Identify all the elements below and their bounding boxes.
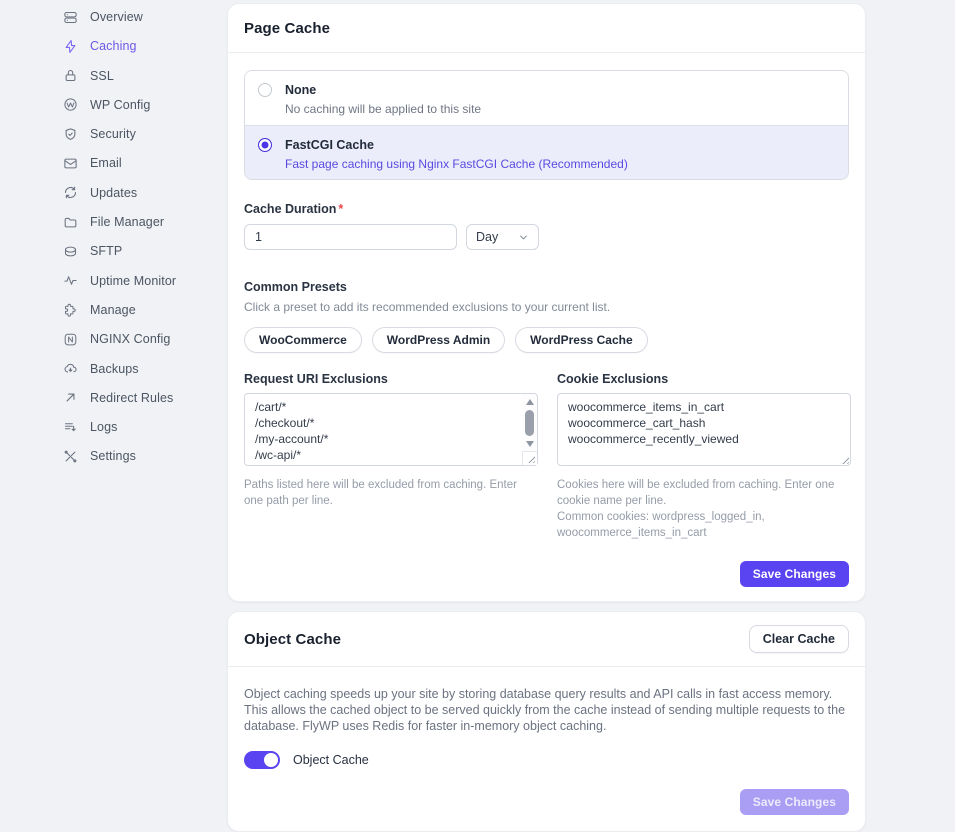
request-uri-exclusions-textarea[interactable]: /cart/* /checkout/* /my-account/* /wc-ap… bbox=[244, 393, 538, 466]
request-uri-exclusions-label: Request URI Exclusions bbox=[244, 372, 388, 386]
preset-woocommerce-button[interactable]: WooCommerce bbox=[244, 327, 362, 353]
common-presets-hint: Click a preset to add its recommended ex… bbox=[244, 300, 611, 314]
object-cache-card: Object Cache Clear Cache Object caching … bbox=[227, 611, 866, 832]
cache-option-none-description: No caching will be applied to this site bbox=[285, 102, 482, 116]
cookie-exclusions-column: Cookie Exclusions woocommerce_items_in_c… bbox=[557, 372, 851, 541]
chevron-down-icon bbox=[520, 235, 527, 239]
log-lines-icon bbox=[62, 419, 78, 435]
cache-option-fastcgi-label: FastCGI Cache bbox=[285, 138, 374, 152]
arrow-up-right-icon bbox=[62, 390, 78, 406]
cache-option-fastcgi[interactable]: FastCGI Cache Fast page caching using Ng… bbox=[245, 125, 848, 179]
scrollbar-down-arrow[interactable] bbox=[525, 441, 534, 447]
wordpress-icon bbox=[62, 97, 78, 113]
cache-duration-input[interactable] bbox=[244, 224, 457, 250]
sidebar-item-security[interactable]: Security bbox=[0, 124, 227, 144]
sidebar-item-label: Security bbox=[90, 127, 136, 142]
sidebar-item-ssl[interactable]: SSL bbox=[0, 66, 227, 86]
cache-duration-unit-select[interactable]: Day bbox=[466, 224, 539, 250]
puzzle-icon bbox=[62, 302, 78, 318]
tools-icon bbox=[62, 448, 78, 464]
object-cache-header: Object Cache Clear Cache bbox=[228, 612, 865, 667]
sidebar-item-settings[interactable]: Settings bbox=[0, 446, 227, 466]
save-changes-button[interactable]: Save Changes bbox=[739, 561, 849, 587]
shield-check-icon bbox=[62, 126, 78, 142]
main-content: Page Cache None No caching will be appli… bbox=[227, 3, 866, 832]
cache-option-none-label: None bbox=[285, 83, 317, 97]
sidebar-item-manage[interactable]: Manage bbox=[0, 300, 227, 320]
resize-grip-cell bbox=[522, 451, 537, 465]
cache-option-fastcgi-description: Fast page caching using Nginx FastCGI Ca… bbox=[285, 157, 628, 171]
radio-none[interactable] bbox=[258, 83, 272, 97]
sidebar-item-overview[interactable]: Overview bbox=[0, 7, 227, 27]
toggle-knob bbox=[264, 753, 278, 767]
cache-type-option-group: None No caching will be applied to this … bbox=[244, 70, 849, 180]
server-icon bbox=[62, 243, 78, 259]
sidebar-item-label: Logs bbox=[90, 420, 118, 435]
object-cache-description: Object caching speeds up your site by st… bbox=[244, 687, 846, 733]
sidebar-item-updates[interactable]: Updates bbox=[0, 183, 227, 203]
sidebar-item-label: WP Config bbox=[90, 97, 151, 112]
sidebar-item-backups[interactable]: Backups bbox=[0, 359, 227, 379]
common-presets-label: Common Presets bbox=[244, 280, 347, 294]
nginx-icon bbox=[62, 331, 78, 347]
scrollbar-thumb[interactable] bbox=[525, 410, 534, 436]
sidebar-item-label: SFTP bbox=[90, 244, 123, 259]
cache-option-none[interactable]: None No caching will be applied to this … bbox=[245, 71, 848, 125]
preset-pill-row: WooCommerce WordPress Admin WordPress Ca… bbox=[244, 327, 849, 353]
page-cache-card: Page Cache None No caching will be appli… bbox=[227, 3, 866, 602]
preset-wordpress-cache-button[interactable]: WordPress Cache bbox=[515, 327, 648, 353]
sidebar-item-logs[interactable]: Logs bbox=[0, 417, 227, 437]
sidebar-item-uptime-monitor[interactable]: Uptime Monitor bbox=[0, 271, 227, 291]
sidebar-item-label: Overview bbox=[90, 10, 143, 24]
clear-cache-button[interactable]: Clear Cache bbox=[748, 625, 849, 653]
activity-icon bbox=[62, 273, 78, 289]
object-cache-toggle[interactable] bbox=[244, 751, 280, 769]
sidebar-item-nginx-config[interactable]: NGINX Config bbox=[0, 329, 227, 349]
sidebar-item-label: Uptime Monitor bbox=[90, 273, 177, 288]
refresh-icon bbox=[62, 185, 78, 201]
sidebar-item-file-manager[interactable]: File Manager bbox=[0, 212, 227, 232]
selected-unit: Day bbox=[476, 230, 499, 244]
sidebar-item-label: Backups bbox=[90, 361, 139, 376]
server-stack-icon bbox=[62, 9, 78, 25]
object-cache-toggle-label: Object Cache bbox=[293, 753, 369, 767]
cookie-exclusions-textarea[interactable]: woocommerce_items_in_cart woocommerce_ca… bbox=[557, 393, 851, 466]
lock-icon bbox=[62, 68, 78, 84]
sidebar-item-label: Settings bbox=[90, 449, 136, 464]
sidebar-item-email[interactable]: Email bbox=[0, 153, 227, 173]
scrollbar-up-arrow[interactable] bbox=[525, 399, 534, 405]
resize-grip-icon[interactable] bbox=[526, 454, 535, 463]
radio-fastcgi[interactable] bbox=[258, 138, 272, 152]
preset-wordpress-admin-button[interactable]: WordPress Admin bbox=[371, 327, 506, 353]
sidebar-item-label: Redirect Rules bbox=[90, 390, 174, 405]
sidebar-item-label: Email bbox=[90, 156, 122, 171]
page-cache-title: Page Cache bbox=[244, 19, 331, 37]
page-cache-header: Page Cache bbox=[228, 4, 865, 53]
sidebar-item-redirect-rules[interactable]: Redirect Rules bbox=[0, 388, 227, 408]
sidebar-item-wp-config[interactable]: WP Config bbox=[0, 95, 227, 115]
object-cache-save-button[interactable]: Save Changes bbox=[739, 789, 849, 815]
sidebar-item-label: File Manager bbox=[90, 215, 165, 230]
sidebar-item-sftp[interactable]: SFTP bbox=[0, 241, 227, 261]
object-cache-title: Object Cache bbox=[244, 630, 342, 648]
sidebar-item-label: Caching bbox=[90, 39, 137, 54]
envelope-icon bbox=[62, 155, 78, 171]
sidebar-item-caching[interactable]: Caching bbox=[0, 36, 227, 56]
sidebar: Overview Caching SSL WP Config Security … bbox=[0, 7, 227, 466]
cookie-exclusions-help: Cookies here will be excluded from cachi… bbox=[557, 479, 835, 539]
sidebar-item-label: SSL bbox=[90, 68, 114, 83]
cache-duration-label: Cache Duration * bbox=[244, 202, 344, 216]
sidebar-item-label: Manage bbox=[90, 302, 136, 317]
sidebar-item-label: Updates bbox=[90, 185, 138, 200]
cookie-exclusions-label: Cookie Exclusions bbox=[557, 372, 669, 386]
cloud-download-icon bbox=[62, 361, 78, 377]
folder-icon bbox=[62, 214, 78, 230]
request-uri-exclusions-column: Request URI Exclusions /cart/* /checkout… bbox=[244, 372, 538, 541]
lightning-icon bbox=[62, 38, 78, 54]
request-uri-exclusions-help: Paths listed here will be excluded from … bbox=[244, 479, 517, 507]
sidebar-item-label: NGINX Config bbox=[90, 332, 171, 347]
required-asterisk: * bbox=[338, 202, 344, 216]
